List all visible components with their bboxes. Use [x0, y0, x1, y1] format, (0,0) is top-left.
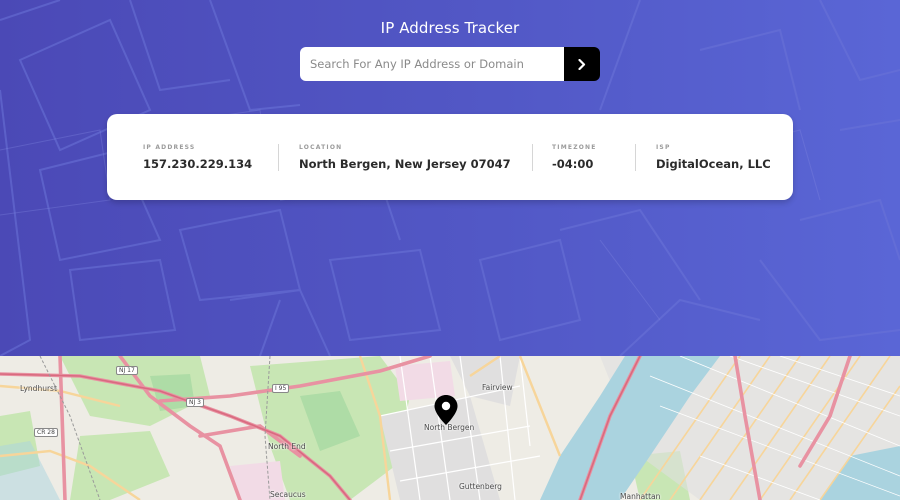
location-value: North Bergen, New Jersey 07047: [299, 157, 511, 171]
map-place-label: Guttenberg: [459, 482, 502, 491]
ip-info-card: IP ADDRESS 157.230.229.134 LOCATION Nort…: [107, 114, 793, 200]
chevron-right-icon: [578, 58, 586, 70]
route-shield: I 95: [272, 384, 290, 393]
timezone-value: -04:00: [552, 157, 594, 171]
stat-divider: [278, 144, 279, 171]
route-shield: NJ 17: [116, 366, 138, 375]
search-submit-button[interactable]: [564, 47, 600, 81]
search-form: [300, 47, 600, 81]
stat-divider: [635, 144, 636, 171]
map-place-label: North End: [268, 442, 306, 451]
map-place-label: Secaucus: [270, 490, 306, 499]
isp-label: ISP: [656, 144, 671, 151]
map-place-label: Lyndhurst: [20, 384, 57, 393]
map-place-label: Fairview: [482, 383, 513, 392]
page-title: IP Address Tracker: [380, 19, 520, 37]
ip-address-label: IP ADDRESS: [143, 144, 196, 151]
ip-search-input[interactable]: [300, 47, 564, 81]
stat-divider: [532, 144, 533, 171]
map-place-label: Manhattan: [620, 492, 661, 500]
map-view[interactable]: Lyndhurst North End North Bergen Fairvie…: [0, 356, 900, 500]
location-label: LOCATION: [299, 144, 343, 151]
timezone-label: TIMEZONE: [552, 144, 597, 151]
location-pin-icon[interactable]: [433, 394, 459, 426]
isp-value: DigitalOcean, LLC: [656, 157, 771, 171]
route-shield: NJ 3: [186, 398, 204, 407]
ip-address-value: 157.230.229.134: [143, 157, 253, 171]
route-shield: CR 28: [34, 428, 58, 437]
